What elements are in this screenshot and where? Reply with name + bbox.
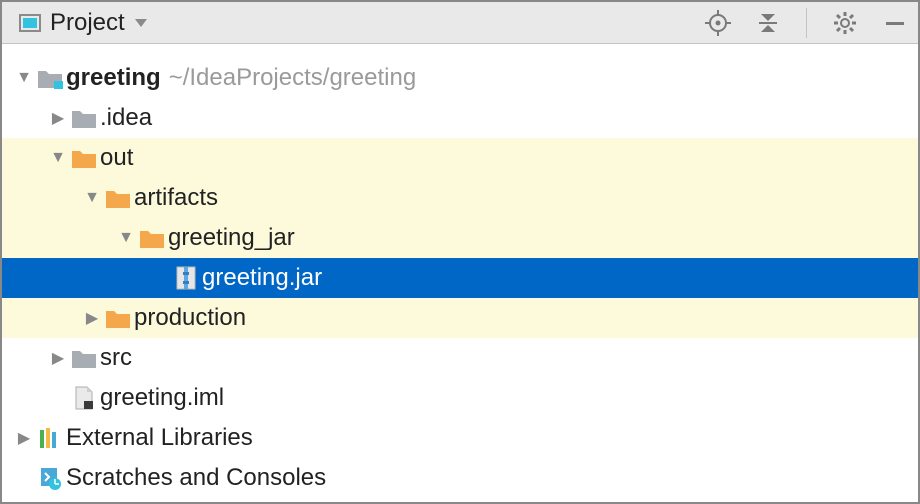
- excluded-folder-icon: [104, 187, 132, 209]
- chevron-down-icon[interactable]: ▼: [114, 229, 138, 247]
- node-label: .idea: [100, 104, 152, 132]
- node-label: Scratches and Consoles: [66, 464, 326, 492]
- project-tree[interactable]: ▼ greeting ~/IdeaProjects/greeting ▶ .id…: [2, 44, 918, 498]
- node-label: artifacts: [134, 184, 218, 212]
- tree-node-artifacts[interactable]: ▼ artifacts: [2, 178, 918, 218]
- node-label: External Libraries: [66, 424, 253, 452]
- libraries-icon: [36, 426, 64, 450]
- toolbar-divider: [806, 8, 807, 38]
- excluded-folder-icon: [138, 227, 166, 249]
- node-label: greeting.iml: [100, 384, 224, 412]
- tree-node-src[interactable]: ▶ src: [2, 338, 918, 378]
- tree-node-greeting-jar-folder[interactable]: ▼ greeting_jar: [2, 218, 918, 258]
- chevron-down-icon[interactable]: ▼: [46, 149, 70, 167]
- node-path: ~/IdeaProjects/greeting: [169, 64, 417, 92]
- tree-node-iml[interactable]: greeting.iml: [2, 378, 918, 418]
- node-label: greeting: [66, 64, 161, 92]
- tree-node-external-libraries[interactable]: ▶ External Libraries: [2, 418, 918, 458]
- jar-file-icon: [172, 266, 200, 290]
- node-label: greeting.jar: [202, 264, 322, 292]
- chevron-down-icon[interactable]: ▼: [80, 189, 104, 207]
- folder-icon: [70, 347, 98, 369]
- tree-node-idea[interactable]: ▶ .idea: [2, 98, 918, 138]
- chevron-right-icon[interactable]: ▶: [80, 308, 104, 328]
- chevron-right-icon[interactable]: ▶: [12, 428, 36, 448]
- chevron-down-icon[interactable]: [133, 15, 149, 31]
- target-icon[interactable]: [705, 10, 731, 36]
- tree-node-greeting-jar-file[interactable]: greeting.jar: [2, 258, 918, 298]
- chevron-down-icon[interactable]: ▼: [12, 69, 36, 87]
- tree-node-out[interactable]: ▼ out: [2, 138, 918, 178]
- tree-node-production[interactable]: ▶ production: [2, 298, 918, 338]
- tree-node-module-root[interactable]: ▼ greeting ~/IdeaProjects/greeting: [2, 58, 918, 98]
- chevron-right-icon[interactable]: ▶: [46, 108, 70, 128]
- project-panel-title[interactable]: Project: [50, 9, 125, 37]
- minimize-icon[interactable]: [882, 10, 908, 36]
- collapse-all-icon[interactable]: [755, 10, 781, 36]
- node-label: src: [100, 344, 132, 372]
- gear-icon[interactable]: [832, 10, 858, 36]
- scratches-icon: [36, 466, 64, 490]
- folder-icon: [70, 107, 98, 129]
- excluded-folder-icon: [70, 147, 98, 169]
- tree-node-scratches[interactable]: Scratches and Consoles: [2, 458, 918, 498]
- node-label: greeting_jar: [168, 224, 295, 252]
- node-label: production: [134, 304, 246, 332]
- project-panel-icon: [18, 11, 42, 35]
- module-folder-icon: [36, 67, 64, 89]
- node-label: out: [100, 144, 133, 172]
- project-panel-header: Project: [2, 2, 918, 44]
- excluded-folder-icon: [104, 307, 132, 329]
- iml-file-icon: [70, 386, 98, 410]
- chevron-right-icon[interactable]: ▶: [46, 348, 70, 368]
